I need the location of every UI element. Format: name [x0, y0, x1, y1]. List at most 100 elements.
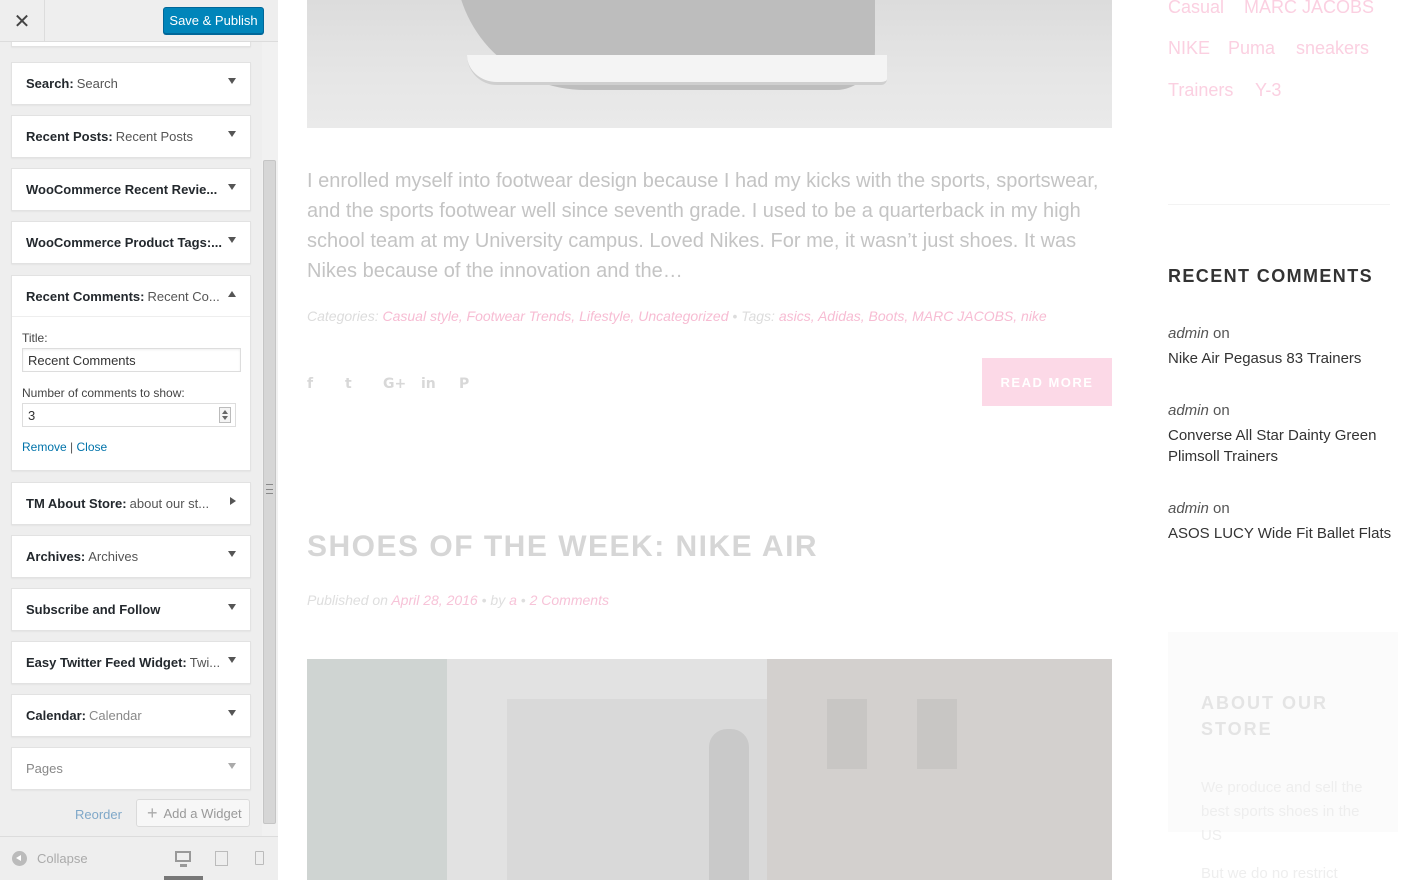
close-icon[interactable]: ✕: [0, 0, 45, 42]
person-shape: [709, 729, 749, 880]
customizer-screen: ✕ Save & Publish Search: Search Recent Po…: [0, 0, 1425, 880]
number-value: 3: [28, 407, 36, 423]
widget-recent-comments[interactable]: Recent Comments: Recent Co... Title: Rece…: [11, 275, 251, 471]
widget-title: Recent Comments: Recent Co...: [12, 276, 250, 317]
number-stepper[interactable]: [219, 407, 231, 423]
tablet-preview-icon[interactable]: [215, 851, 228, 866]
widget-search[interactable]: Search: Search: [11, 62, 251, 105]
widget-title: Search: Search: [12, 63, 250, 104]
desktop-preview-icon[interactable]: [175, 851, 191, 867]
about-store-title: ABOUT OUR STORE: [1201, 693, 1328, 739]
widget-woocommerce-product-tags[interactable]: WooCommerce Product Tags:...: [11, 221, 251, 264]
facebook-icon[interactable]: f: [307, 376, 345, 392]
tag-link[interactable]: NIKE: [1168, 38, 1210, 59]
categories-links[interactable]: Casual style, Footwear Trends, Lifestyle…: [382, 308, 728, 324]
tag-link[interactable]: Y-3: [1255, 80, 1281, 101]
collapse-label: Collapse: [37, 851, 88, 866]
comment-author: admin: [1168, 500, 1209, 517]
meta-dot: •: [732, 308, 738, 324]
pinterest-icon[interactable]: P: [459, 376, 497, 392]
close-link[interactable]: Close: [77, 440, 108, 454]
post-date-link[interactable]: April 28, 2016: [391, 592, 477, 608]
arrow-down-icon[interactable]: [228, 710, 236, 716]
arrow-right-icon[interactable]: [230, 497, 236, 505]
title-label: Title:: [22, 331, 48, 345]
arrow-down-icon[interactable]: [228, 657, 236, 663]
number-label: Number of comments to show:: [22, 386, 185, 400]
widget-footer-actions: Reorder + Add a Widget: [0, 799, 262, 829]
post-featured-image[interactable]: [307, 0, 1112, 128]
site-preview: I enrolled myself into footwear design b…: [279, 0, 1425, 880]
tag-link[interactable]: Puma: [1228, 38, 1275, 59]
remove-link[interactable]: Remove: [22, 440, 67, 454]
sidebar-footer: Collapse: [0, 836, 278, 880]
window-shape: [917, 699, 957, 769]
widget-easy-twitter-feed[interactable]: Easy Twitter Feed Widget: Twi...: [11, 641, 251, 684]
mobile-preview-icon[interactable]: [255, 851, 264, 865]
widget-title: WooCommerce Product Tags:...: [12, 222, 250, 263]
collapse-button[interactable]: Collapse: [12, 851, 88, 866]
widget-recent-posts[interactable]: Recent Posts: Recent Posts: [11, 115, 251, 158]
plus-icon: +: [147, 803, 158, 823]
post-title[interactable]: SHOES OF THE WEEK: NIKE AIR: [307, 530, 818, 564]
tag-link[interactable]: MARC JACOBS: [1244, 0, 1374, 18]
recent-comments-heading: RECENT COMMENTS: [1168, 266, 1373, 286]
tag-link[interactable]: Casual: [1168, 0, 1224, 18]
categories-label: Categories:: [307, 308, 379, 324]
number-input[interactable]: 3: [22, 403, 236, 427]
by-label: by: [490, 592, 506, 608]
arrow-down-icon[interactable]: [228, 184, 236, 190]
widget-pages[interactable]: Pages: [11, 747, 251, 790]
arrow-up-icon[interactable]: [228, 291, 236, 297]
tags-label: Tags:: [741, 308, 775, 324]
comment-post-link[interactable]: Converse All Star Dainty Green Plimsoll …: [1168, 425, 1398, 467]
read-more-button[interactable]: READ MORE: [982, 358, 1112, 406]
widget-subscribe-follow[interactable]: Subscribe and Follow: [11, 588, 251, 631]
post-featured-image-2[interactable]: [307, 659, 1112, 880]
resize-grip-icon[interactable]: [266, 484, 273, 494]
arrow-down-icon[interactable]: [228, 237, 236, 243]
arrow-down-icon[interactable]: [228, 78, 236, 84]
comment-post-link[interactable]: Nike Air Pegasus 83 Trainers: [1168, 348, 1398, 369]
arrow-down-icon[interactable]: [228, 551, 236, 557]
widget-title: WooCommerce Recent Revie...: [12, 169, 250, 210]
post-meta: Categories: Casual style, Footwear Trend…: [307, 308, 1127, 324]
sidebar-divider: [1168, 204, 1390, 205]
tags-links[interactable]: asics, Adidas, Boots, MARC JACOBS, nike: [779, 308, 1047, 324]
active-device-indicator: [164, 876, 203, 880]
published-label: Published on: [307, 592, 388, 608]
comments-link[interactable]: 2 Comments: [530, 592, 609, 608]
twitter-icon[interactable]: t: [345, 376, 383, 392]
widget-tm-about-store[interactable]: TM About Store: about our st...: [11, 482, 251, 525]
meta-dot: •: [520, 592, 526, 608]
widget-archives[interactable]: Archives: Archives: [11, 535, 251, 578]
comment-on: on: [1213, 325, 1230, 342]
tag-link[interactable]: sneakers: [1296, 38, 1369, 59]
recent-comment-item: admin on Converse All Star Dainty Green …: [1168, 400, 1398, 467]
recent-comment-item: admin on Nike Air Pegasus 83 Trainers: [1168, 323, 1398, 369]
arrow-down-icon[interactable]: [228, 763, 236, 769]
meta-dot: •: [481, 592, 487, 608]
widget-title: Calendar: Calendar: [12, 695, 250, 736]
shoe-sole-shape: [467, 55, 887, 85]
google-plus-icon[interactable]: G+: [383, 376, 421, 392]
linkedin-icon[interactable]: in: [421, 376, 459, 392]
post-excerpt: I enrolled myself into footwear design b…: [307, 170, 1099, 282]
post-published-meta: Published on April 28, 2016 • by a • 2 C…: [307, 592, 609, 608]
widget-actions: Remove | Close: [22, 440, 240, 454]
reorder-link[interactable]: Reorder: [75, 807, 122, 822]
sidebar-scrollbar[interactable]: [262, 42, 278, 836]
comment-post-link[interactable]: ASOS LUCY Wide Fit Ballet Flats: [1168, 523, 1398, 544]
add-widget-button[interactable]: + Add a Widget: [136, 799, 250, 827]
title-input[interactable]: Recent Comments: [22, 348, 241, 372]
widget-calendar[interactable]: Calendar: Calendar: [11, 694, 251, 737]
widget-woocommerce-recent-reviews[interactable]: WooCommerce Recent Revie...: [11, 168, 251, 211]
graffiti-wall-shape: [307, 659, 447, 880]
save-publish-button[interactable]: Save & Publish: [163, 7, 264, 34]
tag-link[interactable]: Trainers: [1168, 80, 1233, 101]
share-icons: f t G+ in P: [307, 376, 497, 392]
widget-title: Easy Twitter Feed Widget: Twi...: [12, 642, 250, 683]
author-link[interactable]: a: [509, 592, 517, 608]
arrow-down-icon[interactable]: [228, 604, 236, 610]
arrow-down-icon[interactable]: [228, 131, 236, 137]
